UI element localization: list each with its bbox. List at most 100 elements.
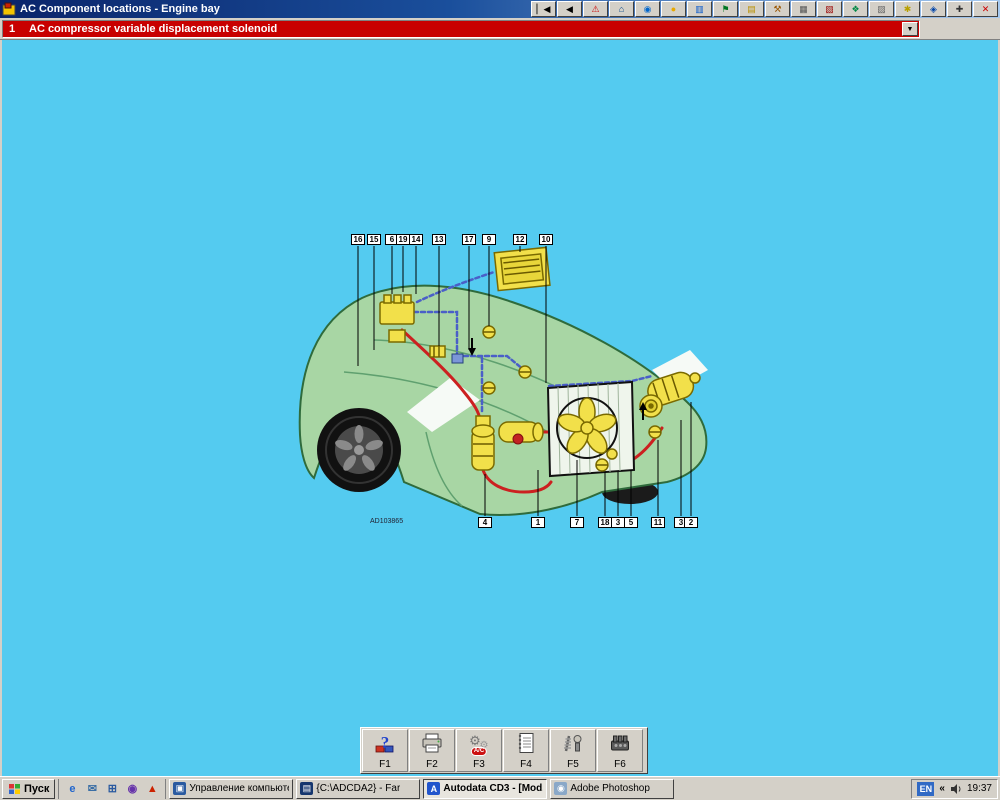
component-selector[interactable]: 1 AC compressor variable displacement so…	[2, 20, 920, 38]
chart-button[interactable]: ▥	[687, 1, 712, 17]
show-desktop-quicklaunch[interactable]: ⊞	[103, 780, 121, 797]
callout-3: 3	[611, 517, 625, 528]
bulb-button[interactable]: ●	[661, 1, 686, 17]
media-player-icon: ◉	[128, 782, 138, 795]
quick-launch: e ✉ ⊞ ◉ ▲	[58, 779, 166, 799]
callout-15: 15	[367, 234, 381, 245]
callout-7: 7	[570, 517, 584, 528]
start-button[interactable]: Пуск	[2, 779, 55, 799]
far-icon: ▲	[147, 783, 158, 795]
callout-16: 16	[351, 234, 365, 245]
dropdown-arrow-icon[interactable]: ▼	[902, 22, 918, 36]
help-icon: ?	[373, 732, 397, 754]
warning-icon: ⚠	[591, 5, 599, 14]
info-icon: ◈	[930, 5, 937, 14]
far-quicklaunch[interactable]: ▲	[143, 780, 161, 797]
ie-quicklaunch[interactable]: e	[63, 780, 81, 797]
fkey-label: F5	[567, 759, 579, 770]
callout-9: 9	[482, 234, 496, 245]
info-button[interactable]: ◈	[921, 1, 946, 17]
fkey-f5-button[interactable]: F5	[550, 729, 596, 772]
windows-logo-icon	[8, 783, 21, 795]
computer-management-icon: ▣	[173, 782, 186, 795]
fkey-f2-button[interactable]: F2	[409, 729, 455, 772]
collapse-tray-icon[interactable]: «	[939, 783, 945, 794]
callout-12: 12	[513, 234, 527, 245]
far-manager-icon: ▤	[300, 782, 313, 795]
drawing-id: AD103865	[370, 518, 403, 525]
task-buttons: ▣Управление компьюте...▤{C:\ADCDA2} - Fa…	[169, 779, 674, 799]
car-diagram	[2, 40, 998, 776]
doc-button[interactable]: ▨	[869, 1, 894, 17]
callout-2: 2	[684, 517, 698, 528]
ie-icon: e	[69, 783, 75, 795]
system-tray: EN « 19:37	[911, 779, 998, 799]
callout-13: 13	[432, 234, 446, 245]
home-icon: ⌂	[619, 5, 624, 14]
globe-button[interactable]: ◉	[635, 1, 660, 17]
photoshop-icon: ◉	[554, 782, 567, 795]
task-label: Управление компьюте...	[189, 783, 289, 794]
home-button[interactable]: ⌂	[609, 1, 634, 17]
task-label: Adobe Photoshop	[570, 783, 650, 794]
doc-icon: ▨	[877, 5, 886, 14]
taskbar-task-computer-management[interactable]: ▣Управление компьюте...	[169, 779, 293, 799]
leaf-button[interactable]: ❖	[843, 1, 868, 17]
key-icon: ✱	[904, 5, 912, 14]
ac-icon: ⚙⚙A/C	[467, 732, 491, 754]
parts-icon	[561, 732, 585, 754]
wrench-icon: ⚒	[773, 5, 781, 14]
wrench-button[interactable]: ⚒	[765, 1, 790, 17]
fkey-f1-button[interactable]: ? F1	[362, 729, 408, 772]
fkey-label: F3	[473, 759, 485, 770]
autodata-icon: A	[427, 782, 440, 795]
callout-14: 14	[409, 234, 423, 245]
media-player-quicklaunch[interactable]: ◉	[123, 780, 141, 797]
globe-icon: ◉	[644, 5, 652, 14]
close-button[interactable]: ✕	[973, 1, 998, 17]
warning-button[interactable]: ⚠	[583, 1, 608, 17]
mail-icon: ✉	[88, 782, 97, 795]
task-label: {C:\ADCDA2} - Far	[316, 783, 400, 794]
diagram-canvas: AD103865 ?F1F2⚙⚙A/CF3F4F5F6 161561914131…	[0, 40, 1000, 776]
callout-11: 11	[651, 517, 665, 528]
fkey-f3-button[interactable]: ⚙⚙A/C F3	[456, 729, 502, 772]
key-button[interactable]: ✱	[895, 1, 920, 17]
close-icon: ✕	[982, 5, 990, 14]
leaf-icon: ❖	[851, 5, 859, 14]
book-button[interactable]: ▧	[817, 1, 842, 17]
app-icon	[2, 2, 16, 16]
speaker-icon[interactable]	[950, 783, 962, 795]
fkey-f4-button[interactable]: F4	[503, 729, 549, 772]
settings-button[interactable]: ✚	[947, 1, 972, 17]
nav-first-button[interactable]: ▏◀	[531, 1, 556, 17]
engine-icon	[608, 732, 632, 754]
component-index: 1	[9, 23, 29, 35]
fkey-label: F6	[614, 759, 626, 770]
window-title: AC Component locations - Engine bay	[20, 3, 220, 15]
notes-button[interactable]: ▤	[739, 1, 764, 17]
fkey-f6-button[interactable]: F6	[597, 729, 643, 772]
callout-5: 5	[624, 517, 638, 528]
nav-prev-button[interactable]: ◀	[557, 1, 582, 17]
callout-17: 17	[462, 234, 476, 245]
taskbar-task-far-manager[interactable]: ▤{C:\ADCDA2} - Far	[296, 779, 420, 799]
callout-10: 10	[539, 234, 553, 245]
bulb-icon: ●	[671, 5, 676, 14]
ac-badge: A/C	[471, 747, 487, 756]
task-label: Autodata CD3 - [Mod...	[443, 783, 543, 794]
taskbar: Пуск e✉⊞◉▲ ▣Управление компьюте...▤{C:\A…	[0, 776, 1000, 800]
flag-button[interactable]: ⚑	[713, 1, 738, 17]
function-key-bar: ? F1 F2 ⚙⚙A/C F3 F4 F5 F6	[360, 727, 648, 774]
taskbar-task-photoshop[interactable]: ◉Adobe Photoshop	[550, 779, 674, 799]
mail-quicklaunch[interactable]: ✉	[83, 780, 101, 797]
printer-button[interactable]: ▦	[791, 1, 816, 17]
taskbar-task-autodata[interactable]: AAutodata CD3 - [Mod...	[423, 779, 547, 799]
fkey-label: F1	[379, 759, 391, 770]
fkey-label: F2	[426, 759, 438, 770]
language-indicator[interactable]: EN	[917, 782, 934, 796]
clock: 19:37	[967, 783, 992, 794]
callout-1: 1	[531, 517, 545, 528]
nav-prev-icon: ◀	[566, 5, 573, 14]
titlebar: AC Component locations - Engine bay ▏◀ ◀ ⚠…	[0, 0, 1000, 18]
